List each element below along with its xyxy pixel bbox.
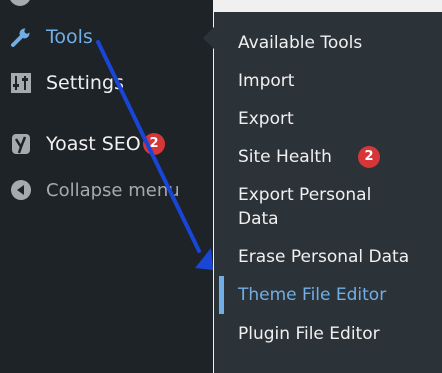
submenu-item-plugin-file-editor[interactable]: Plugin File Editor [238,322,428,346]
current-item-indicator [219,276,224,314]
submenu-item-theme-file-editor[interactable]: Theme File Editor [238,283,428,307]
sidebar-item-label: Collapse menu [46,179,180,201]
sidebar-item-tools[interactable]: Tools [0,17,213,57]
partial-menu-icon [9,0,31,6]
sidebar-item-label: Yoast SEO [46,133,141,155]
notification-badge: 2 [143,133,165,155]
tools-submenu: Available Tools Import Export Site Healt… [214,12,442,373]
submenu-item-erase-personal-data[interactable]: Erase Personal Data [238,245,428,269]
submenu-item-label: Site Health [238,147,332,167]
submenu-item-site-health[interactable]: Site Health 2 [238,145,428,169]
submenu-pointer [203,27,214,49]
submenu-item-import[interactable]: Import [238,69,428,93]
sidebar-item-label: Tools [46,26,93,48]
notification-badge: 2 [358,146,380,168]
collapse-menu-button[interactable]: Collapse menu [0,170,213,210]
submenu-item-available-tools[interactable]: Available Tools [238,31,428,55]
admin-sidebar: Tools Settings Yoast SEO 2 Collapse menu [0,0,213,373]
sidebar-item-yoast-seo[interactable]: Yoast SEO 2 [0,124,213,164]
submenu-item-export-personal-data[interactable]: Export Personal Data [238,183,398,231]
sliders-icon [10,72,32,94]
sidebar-item-label: Settings [46,72,124,94]
sidebar-item-settings[interactable]: Settings [0,63,213,103]
wrench-icon [10,26,32,48]
collapse-arrow-icon [10,179,32,201]
yoast-icon [10,133,32,155]
submenu-item-export[interactable]: Export [238,107,428,131]
